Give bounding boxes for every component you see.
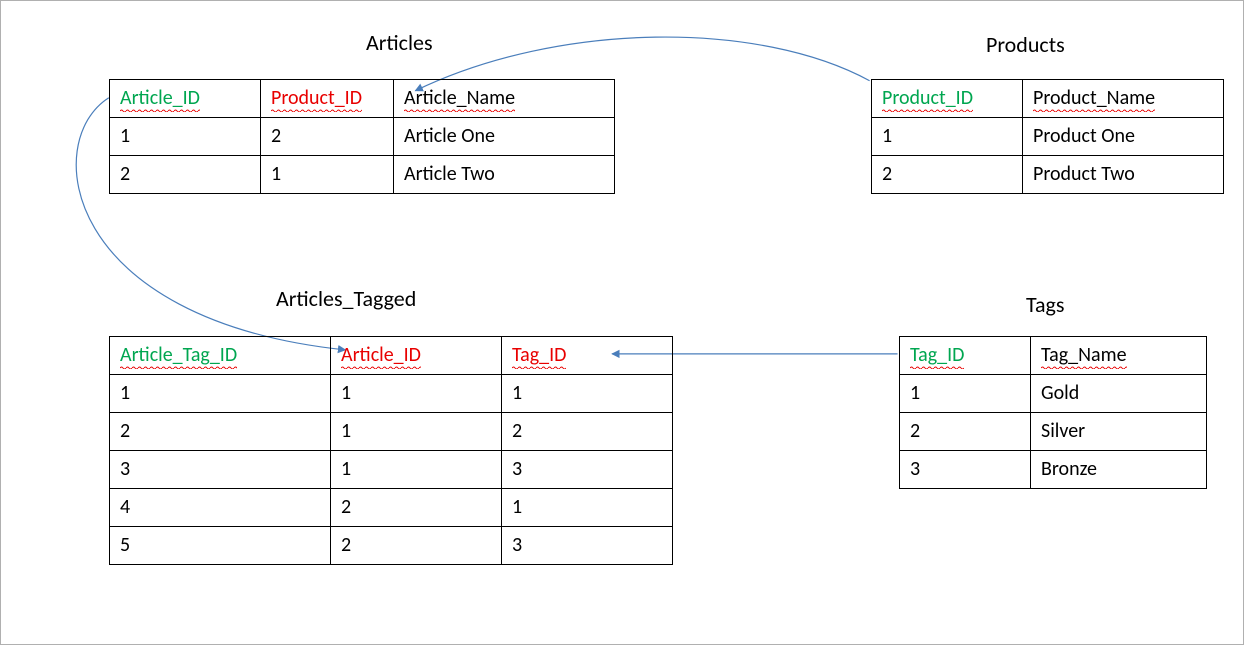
- cell: 3: [502, 451, 673, 489]
- cell: Product One: [1023, 118, 1224, 156]
- table-row: 2 1 2: [110, 413, 673, 451]
- table-title-articles: Articles: [366, 29, 433, 56]
- table-header-row: Article_ID Product_ID Article_Name: [110, 80, 615, 118]
- table-row: 3 Bronze: [900, 451, 1207, 489]
- table-row: 4 2 1: [110, 489, 673, 527]
- table-articles: Article_ID Product_ID Article_Name 1 2 A…: [109, 79, 615, 194]
- cell: 2: [331, 527, 502, 565]
- cell: 2: [502, 413, 673, 451]
- table-articles-tagged: Article_Tag_ID Article_ID Tag_ID 1 1 1 2…: [109, 336, 673, 565]
- cell: Gold: [1031, 375, 1207, 413]
- col-article-name: Article_Name: [394, 80, 615, 118]
- cell: 1: [110, 118, 261, 156]
- table-header-row: Article_Tag_ID Article_ID Tag_ID: [110, 337, 673, 375]
- cell: Article One: [394, 118, 615, 156]
- table-row: 1 1 1: [110, 375, 673, 413]
- table-row: 1 2 Article One: [110, 118, 615, 156]
- col-product-id: Product_ID: [872, 80, 1023, 118]
- cell: 3: [900, 451, 1031, 489]
- cell: 1: [261, 156, 394, 194]
- table-title-tags: Tags: [1026, 291, 1065, 318]
- cell: Product Two: [1023, 156, 1224, 194]
- cell: 2: [900, 413, 1031, 451]
- table-tags: Tag_ID Tag_Name 1 Gold 2 Silver 3 Bronze: [899, 336, 1207, 489]
- cell: 5: [110, 527, 331, 565]
- cell: 2: [110, 413, 331, 451]
- col-tag-name: Tag_Name: [1031, 337, 1207, 375]
- table-title-products: Products: [986, 31, 1065, 58]
- col-tag-id: Tag_ID: [502, 337, 673, 375]
- cell: 2: [872, 156, 1023, 194]
- table-header-row: Product_ID Product_Name: [872, 80, 1224, 118]
- table-row: 2 1 Article Two: [110, 156, 615, 194]
- cell: 1: [331, 451, 502, 489]
- table-title-articles-tagged: Articles_Tagged: [276, 285, 416, 312]
- col-article-id: Article_ID: [331, 337, 502, 375]
- diagram-canvas: Articles Article_ID Product_ID Article_N…: [0, 0, 1244, 645]
- cell: 1: [331, 413, 502, 451]
- cell: Bronze: [1031, 451, 1207, 489]
- table-row: 2 Silver: [900, 413, 1207, 451]
- table-row: 2 Product Two: [872, 156, 1224, 194]
- cell: 1: [502, 375, 673, 413]
- cell: Silver: [1031, 413, 1207, 451]
- cell: 1: [900, 375, 1031, 413]
- col-product-name: Product_Name: [1023, 80, 1224, 118]
- col-product-id: Product_ID: [261, 80, 394, 118]
- cell: 1: [331, 375, 502, 413]
- cell: 4: [110, 489, 331, 527]
- cell: 1: [502, 489, 673, 527]
- table-header-row: Tag_ID Tag_Name: [900, 337, 1207, 375]
- col-tag-id: Tag_ID: [900, 337, 1031, 375]
- table-products: Product_ID Product_Name 1 Product One 2 …: [871, 79, 1224, 194]
- col-article-tag-id: Article_Tag_ID: [110, 337, 331, 375]
- table-row: 3 1 3: [110, 451, 673, 489]
- col-article-id: Article_ID: [110, 80, 261, 118]
- cell: 2: [331, 489, 502, 527]
- table-row: 1 Gold: [900, 375, 1207, 413]
- cell: 3: [110, 451, 331, 489]
- cell: Article Two: [394, 156, 615, 194]
- cell: 2: [261, 118, 394, 156]
- table-row: 1 Product One: [872, 118, 1224, 156]
- cell: 3: [502, 527, 673, 565]
- cell: 1: [110, 375, 331, 413]
- table-row: 5 2 3: [110, 527, 673, 565]
- cell: 2: [110, 156, 261, 194]
- cell: 1: [872, 118, 1023, 156]
